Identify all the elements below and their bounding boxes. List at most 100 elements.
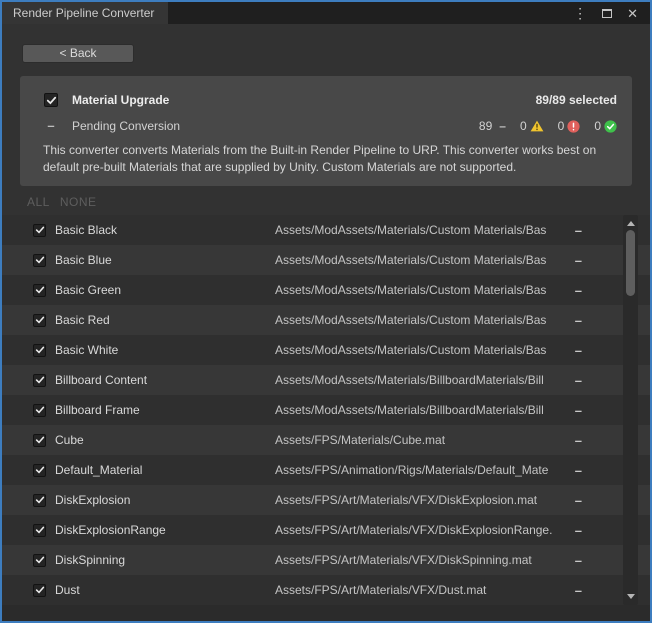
list-scrollbar[interactable] [623,215,638,605]
material-name: Cube [55,433,275,447]
tab-bar: Render Pipeline Converter ⋮ ✕ [2,2,650,24]
check-icon [35,405,45,415]
select-all-button[interactable]: ALL [27,195,50,209]
pending-label: Pending Conversion [72,119,465,133]
material-checkbox[interactable] [33,404,46,417]
material-checkbox[interactable] [33,344,46,357]
material-path: Assets/FPS/Art/Materials/VFX/DiskSpinnin… [275,553,570,567]
check-icon [35,465,45,475]
material-checkbox[interactable] [33,254,46,267]
maximize-icon[interactable] [602,9,612,18]
material-path: Assets/ModAssets/Materials/Custom Materi… [275,283,570,297]
material-checkbox[interactable] [33,374,46,387]
row-status-dash-icon: – [570,313,582,328]
material-checkbox[interactable] [33,464,46,477]
converter-panel: Material Upgrade 89/89 selected – Pendin… [20,76,632,186]
selection-controls: ALL NONE [27,195,97,209]
material-name: Billboard Frame [55,403,275,417]
material-row[interactable]: DiskExplosionRange Assets/FPS/Art/Materi… [2,515,650,545]
material-row[interactable]: Basic Green Assets/ModAssets/Materials/C… [2,275,650,305]
material-name: DiskExplosion [55,493,275,507]
material-name: Basic Green [55,283,275,297]
check-icon [35,525,45,535]
scroll-down-arrow-icon[interactable] [627,594,635,599]
warning-count: 0 [520,119,527,133]
material-name: DiskExplosionRange [55,523,275,537]
material-checkbox[interactable] [33,314,46,327]
material-name: Billboard Content [55,373,275,387]
material-row[interactable]: Billboard Content Assets/ModAssets/Mater… [2,365,650,395]
material-path: Assets/FPS/Materials/Cube.mat [275,433,570,447]
material-checkbox[interactable] [33,524,46,537]
material-path: Assets/FPS/Animation/Rigs/Materials/Defa… [275,463,570,477]
check-icon [46,95,57,106]
row-status-dash-icon: – [570,283,582,298]
material-row[interactable]: Billboard Frame Assets/ModAssets/Materia… [2,395,650,425]
mixed-state-icon: – [44,119,58,133]
close-icon[interactable]: ✕ [627,7,638,20]
material-checkbox[interactable] [33,224,46,237]
row-status-dash-icon: – [570,493,582,508]
row-status-dash-icon: – [570,373,582,388]
tab-title: Render Pipeline Converter [13,6,154,20]
kebab-menu-icon[interactable]: ⋮ [573,6,587,20]
pending-conversion-row[interactable]: – Pending Conversion 89 – 0 0 0 [44,118,617,134]
material-path: Assets/FPS/Art/Materials/VFX/Dust.mat [275,583,570,597]
material-name: Dust [55,583,275,597]
row-status-dash-icon: – [570,223,582,238]
render-pipeline-converter-window: Render Pipeline Converter ⋮ ✕ < Back Mat… [0,0,652,623]
converter-checkbox[interactable] [44,93,58,107]
warning-icon [530,120,544,132]
material-row[interactable]: Basic Red Assets/ModAssets/Materials/Cus… [2,305,650,335]
tab-bar-spacer [168,2,573,24]
material-path: Assets/FPS/Art/Materials/VFX/DiskExplosi… [275,523,570,537]
material-checkbox[interactable] [33,554,46,567]
check-icon [35,345,45,355]
material-path: Assets/ModAssets/Materials/BillboardMate… [275,373,570,387]
material-row[interactable]: Basic White Assets/ModAssets/Materials/C… [2,335,650,365]
material-row[interactable]: Cube Assets/FPS/Materials/Cube.mat – [2,425,650,455]
check-icon [35,315,45,325]
materials-list: Basic Black Assets/ModAssets/Materials/C… [2,215,650,621]
success-icon [604,120,617,133]
back-button[interactable]: < Back [22,44,134,63]
scrollbar-thumb[interactable] [626,230,635,296]
material-checkbox[interactable] [33,584,46,597]
pending-stats: 89 – 0 0 0 [465,119,617,133]
material-path: Assets/ModAssets/Materials/Custom Materi… [275,313,570,327]
material-row[interactable]: Basic Blue Assets/ModAssets/Materials/Cu… [2,245,650,275]
converter-title: Material Upgrade [72,93,536,107]
material-name: Default_Material [55,463,275,477]
error-icon [567,120,580,133]
material-path: Assets/ModAssets/Materials/Custom Materi… [275,253,570,267]
material-row[interactable]: DiskExplosion Assets/FPS/Art/Materials/V… [2,485,650,515]
material-checkbox[interactable] [33,434,46,447]
material-name: DiskSpinning [55,553,275,567]
material-name: Basic Red [55,313,275,327]
check-icon [35,255,45,265]
check-icon [35,375,45,385]
tab-render-pipeline-converter[interactable]: Render Pipeline Converter [2,2,168,24]
material-checkbox[interactable] [33,284,46,297]
check-icon [35,225,45,235]
row-status-dash-icon: – [570,253,582,268]
select-none-button[interactable]: NONE [60,195,97,209]
material-row[interactable]: DiskSpinning Assets/FPS/Art/Materials/VF… [2,545,650,575]
pending-dash-icon: – [499,119,506,133]
material-checkbox[interactable] [33,494,46,507]
material-row[interactable]: Basic Black Assets/ModAssets/Materials/C… [2,215,650,245]
material-path: Assets/ModAssets/Materials/BillboardMate… [275,403,570,417]
scroll-up-arrow-icon[interactable] [627,221,635,226]
pending-count: 89 [479,119,492,133]
material-name: Basic White [55,343,275,357]
check-icon [35,435,45,445]
material-row[interactable]: Default_Material Assets/FPS/Animation/Ri… [2,455,650,485]
success-count: 0 [594,119,601,133]
material-path: Assets/ModAssets/Materials/Custom Materi… [275,223,570,237]
material-path: Assets/ModAssets/Materials/Custom Materi… [275,343,570,357]
material-row[interactable]: Dust Assets/FPS/Art/Materials/VFX/Dust.m… [2,575,650,605]
row-status-dash-icon: – [570,343,582,358]
check-icon [35,555,45,565]
row-status-dash-icon: – [570,583,582,598]
check-icon [35,585,45,595]
